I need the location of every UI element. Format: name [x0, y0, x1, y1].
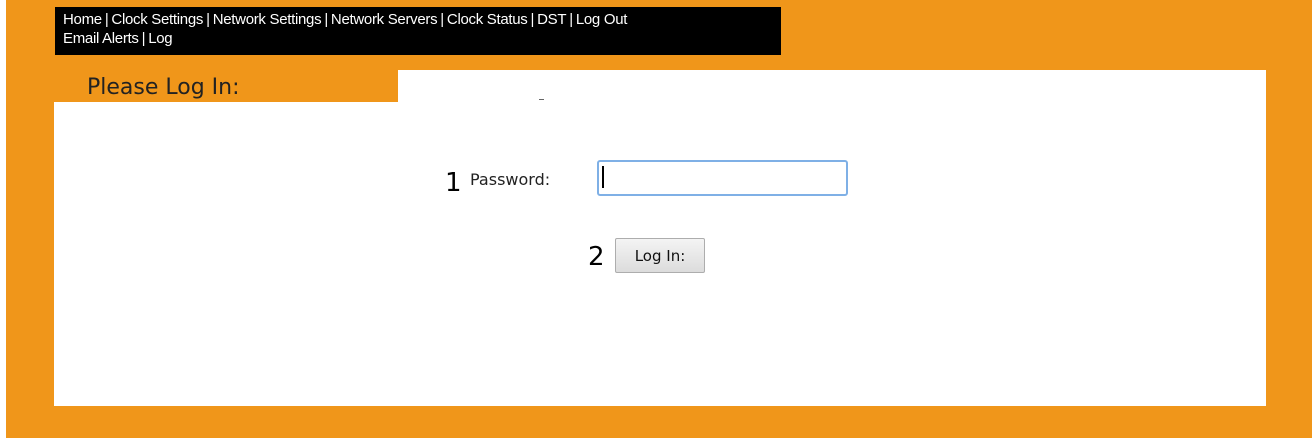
nav-separator: | — [104, 11, 109, 28]
nav-separator: | — [530, 11, 535, 28]
step-marker-1: 1 — [445, 168, 462, 198]
nav-link-dst[interactable]: DST — [537, 11, 566, 28]
decorative-dash — [539, 99, 544, 100]
password-label: Password: — [470, 170, 551, 189]
nav-separator: | — [324, 11, 328, 28]
login-button[interactable]: Log In: — [615, 238, 705, 273]
nav-separator: | — [569, 11, 573, 28]
nav-link-log[interactable]: Log — [148, 30, 172, 47]
nav-separator: | — [141, 30, 146, 47]
nav-link-clock-status[interactable]: Clock Status — [447, 11, 528, 28]
page-title: Please Log In: — [87, 75, 240, 100]
nav-link-clock-settings[interactable]: Clock Settings — [111, 11, 203, 28]
nav-link-network-settings[interactable]: Network Settings — [213, 11, 322, 28]
password-input[interactable] — [597, 160, 848, 196]
nav-separator: | — [440, 11, 444, 28]
nav-link-email-alerts[interactable]: Email Alerts — [63, 30, 139, 47]
step-marker-2: 2 — [588, 242, 605, 272]
nav-link-log-out[interactable]: Log Out — [576, 11, 628, 28]
nav-link-network-servers[interactable]: Network Servers — [331, 11, 438, 28]
nav-separator: | — [206, 11, 210, 28]
top-navigation: Home | Clock Settings | Network Settings | Net… — [55, 7, 781, 55]
nav-link-home[interactable]: Home — [63, 11, 102, 28]
content-panel-top — [398, 70, 1266, 102]
